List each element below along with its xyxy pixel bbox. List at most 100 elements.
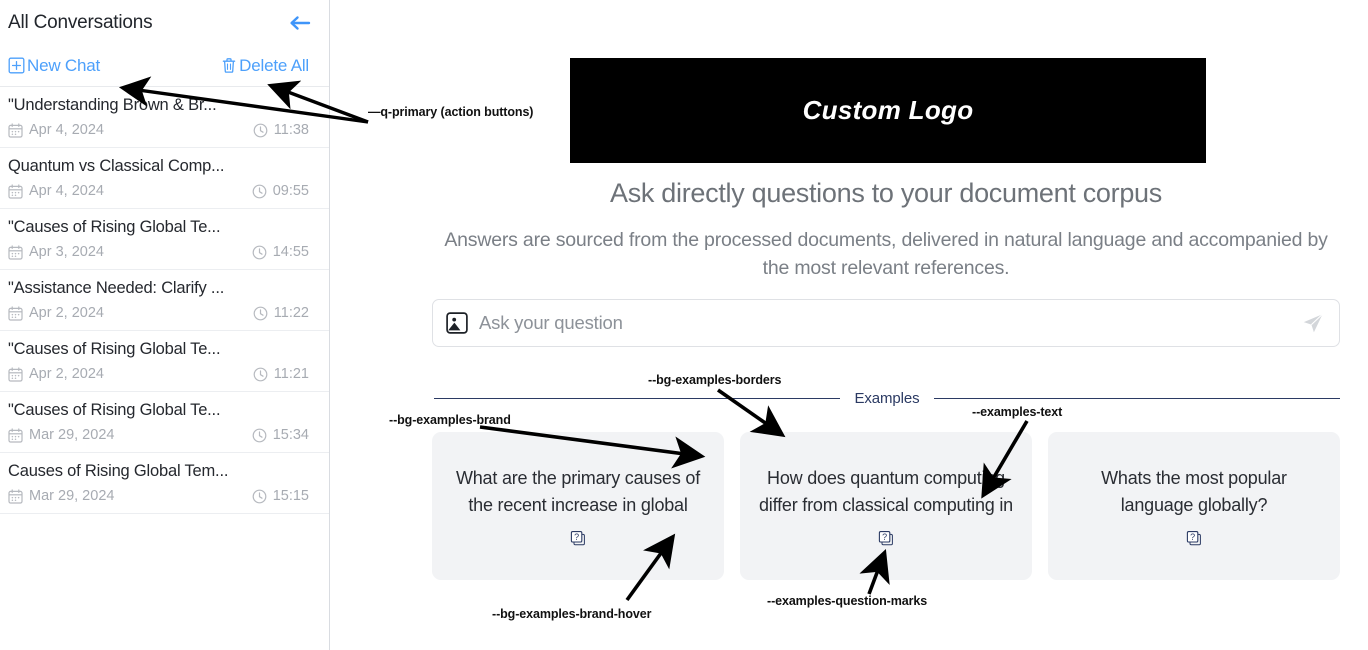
- calendar-icon: [8, 122, 23, 138]
- example-card[interactable]: How does quantum computing differ from c…: [740, 432, 1032, 580]
- app-root: All Conversations New Chat Delete All "U…: [0, 0, 1368, 650]
- conversation-date-label: Mar 29, 2024: [29, 488, 115, 504]
- conversation-list-item[interactable]: "Understanding Brown & Br... Apr 4, 2024 1…: [0, 87, 329, 148]
- conversation-meta: Apr 2, 2024 11:22: [8, 305, 309, 321]
- svg-text:?: ?: [882, 532, 887, 542]
- divider-line-left: [434, 398, 841, 399]
- conversation-time: 14:55: [252, 244, 309, 260]
- clock-icon: [252, 489, 267, 504]
- example-card-text: Whats the most popular language globally…: [1101, 467, 1287, 515]
- conversation-title: Quantum vs Classical Comp...: [8, 157, 225, 175]
- conversation-time: 11:38: [253, 122, 309, 138]
- delete-all-label: Delete All: [239, 55, 309, 75]
- conversation-list-item[interactable]: "Causes of Rising Global Te... Mar 29, 20…: [0, 392, 329, 453]
- conversation-time: 15:34: [252, 427, 309, 443]
- custom-logo-banner: Custom Logo: [570, 58, 1206, 163]
- arrow-left-icon[interactable]: [285, 10, 315, 36]
- conversation-date: Apr 2, 2024: [8, 366, 104, 382]
- clock-icon: [253, 306, 268, 321]
- conversation-list-item[interactable]: "Causes of Rising Global Te... Apr 2, 202…: [0, 331, 329, 392]
- conversation-meta: Apr 3, 2024 14:55: [8, 244, 309, 260]
- annotation-bg-examples-brand-hover: --bg-examples-brand-hover: [492, 607, 652, 621]
- conversation-date-label: Mar 29, 2024: [29, 427, 115, 443]
- image-icon[interactable]: [446, 311, 468, 335]
- sidebar-action-bar: New Chat Delete All: [0, 45, 329, 87]
- clock-icon: [252, 184, 267, 199]
- headline: Ask directly questions to your document …: [610, 178, 1162, 208]
- divider-line-right: [933, 398, 1340, 399]
- examples-divider: Examples: [434, 390, 1340, 407]
- conversation-list-item[interactable]: "Causes of Rising Global Te... Apr 3, 202…: [0, 209, 329, 270]
- page-title: All Conversations: [8, 11, 153, 33]
- conversation-meta: Mar 29, 2024 15:15: [8, 488, 309, 504]
- example-card[interactable]: Whats the most popular language globally…: [1048, 432, 1340, 580]
- annotation-examples-question-marks: --examples-question-marks: [767, 594, 928, 608]
- question-mark-icon: ?: [1185, 529, 1204, 548]
- question-mark-icon: ?: [569, 529, 588, 548]
- conversation-meta: Apr 4, 2024 09:55: [8, 183, 309, 199]
- conversation-date: Apr 4, 2024: [8, 183, 104, 199]
- conversation-time-label: 14:55: [272, 244, 309, 260]
- conversation-meta: Apr 4, 2024 11:38: [8, 122, 309, 138]
- sidebar-header: All Conversations: [0, 0, 329, 45]
- conversation-time: 11:22: [253, 305, 309, 321]
- conversations-sidebar: All Conversations New Chat Delete All "U…: [0, 0, 330, 650]
- example-card[interactable]: What are the primary causes of the recen…: [432, 432, 724, 580]
- conversation-list-item[interactable]: Causes of Rising Global Tem... Mar 29, 20…: [0, 453, 329, 514]
- examples-label: Examples: [854, 390, 920, 407]
- example-card-text: How does quantum computing differ from c…: [759, 467, 1013, 515]
- calendar-icon: [8, 183, 23, 199]
- new-chat-button[interactable]: New Chat: [8, 56, 100, 76]
- annotation-bg-examples-borders: --bg-examples-borders: [648, 373, 782, 387]
- conversation-date: Apr 2, 2024: [8, 305, 104, 321]
- conversation-title: "Causes of Rising Global Te...: [8, 340, 221, 358]
- calendar-icon: [8, 244, 23, 260]
- conversation-date-label: Apr 2, 2024: [29, 366, 104, 382]
- conversation-time-label: 11:21: [273, 366, 309, 382]
- logo-text: Custom Logo: [802, 95, 974, 125]
- conversation-date: Mar 29, 2024: [8, 488, 114, 504]
- conversation-date: Apr 4, 2024: [8, 122, 104, 138]
- conversation-title: "Understanding Brown & Br...: [8, 96, 217, 114]
- new-chat-label: New Chat: [27, 55, 101, 75]
- conversation-list-item[interactable]: "Assistance Needed: Clarify ... Apr 2, 20…: [0, 270, 329, 331]
- send-icon[interactable]: [1301, 311, 1325, 335]
- calendar-icon: [8, 427, 23, 443]
- annotation-q-primary: —q-primary (action buttons): [368, 105, 534, 119]
- conversation-title: "Assistance Needed: Clarify ...: [8, 279, 225, 297]
- svg-text:?: ?: [574, 532, 579, 542]
- conversation-title: "Causes of Rising Global Te...: [8, 218, 221, 236]
- conversation-time: 15:15: [252, 488, 309, 504]
- plus-square-icon: [8, 57, 25, 74]
- svg-text:?: ?: [1190, 532, 1195, 542]
- calendar-icon: [8, 488, 23, 504]
- example-card-list: What are the primary causes of the recen…: [432, 432, 1340, 580]
- example-card-text: What are the primary causes of the recen…: [455, 467, 701, 515]
- main-content: Custom Logo Ask directly questions to yo…: [331, 0, 1368, 650]
- conversation-time-label: 11:38: [273, 122, 309, 138]
- subline: Answers are sourced from the processed d…: [444, 229, 1328, 279]
- clock-icon: [253, 367, 268, 382]
- question-mark-icon: ?: [877, 529, 896, 548]
- search-input[interactable]: Ask your question: [479, 312, 1301, 334]
- conversation-date-label: Apr 2, 2024: [29, 305, 104, 321]
- conversation-time: 11:21: [253, 366, 309, 382]
- conversation-date-label: Apr 4, 2024: [29, 122, 104, 138]
- clock-icon: [252, 245, 267, 260]
- delete-all-button[interactable]: Delete All: [221, 56, 309, 76]
- conversation-meta: Mar 29, 2024 15:34: [8, 427, 309, 443]
- clock-icon: [252, 428, 267, 443]
- calendar-icon: [8, 366, 23, 382]
- conversation-list-item[interactable]: Quantum vs Classical Comp... Apr 4, 2024 0…: [0, 148, 329, 209]
- conversation-date-label: Apr 3, 2024: [29, 244, 104, 260]
- conversation-date: Mar 29, 2024: [8, 427, 114, 443]
- conversation-time-label: 15:15: [272, 488, 309, 504]
- conversation-date-label: Apr 4, 2024: [29, 183, 104, 199]
- conversation-time-label: 09:55: [272, 183, 309, 199]
- clock-icon: [253, 123, 268, 138]
- conversation-time-label: 11:22: [273, 305, 309, 321]
- ask-question-box[interactable]: Ask your question: [432, 299, 1340, 347]
- conversation-list: "Understanding Brown & Br... Apr 4, 2024 1…: [0, 87, 329, 514]
- calendar-icon: [8, 305, 23, 321]
- conversation-meta: Apr 2, 2024 11:21: [8, 366, 309, 382]
